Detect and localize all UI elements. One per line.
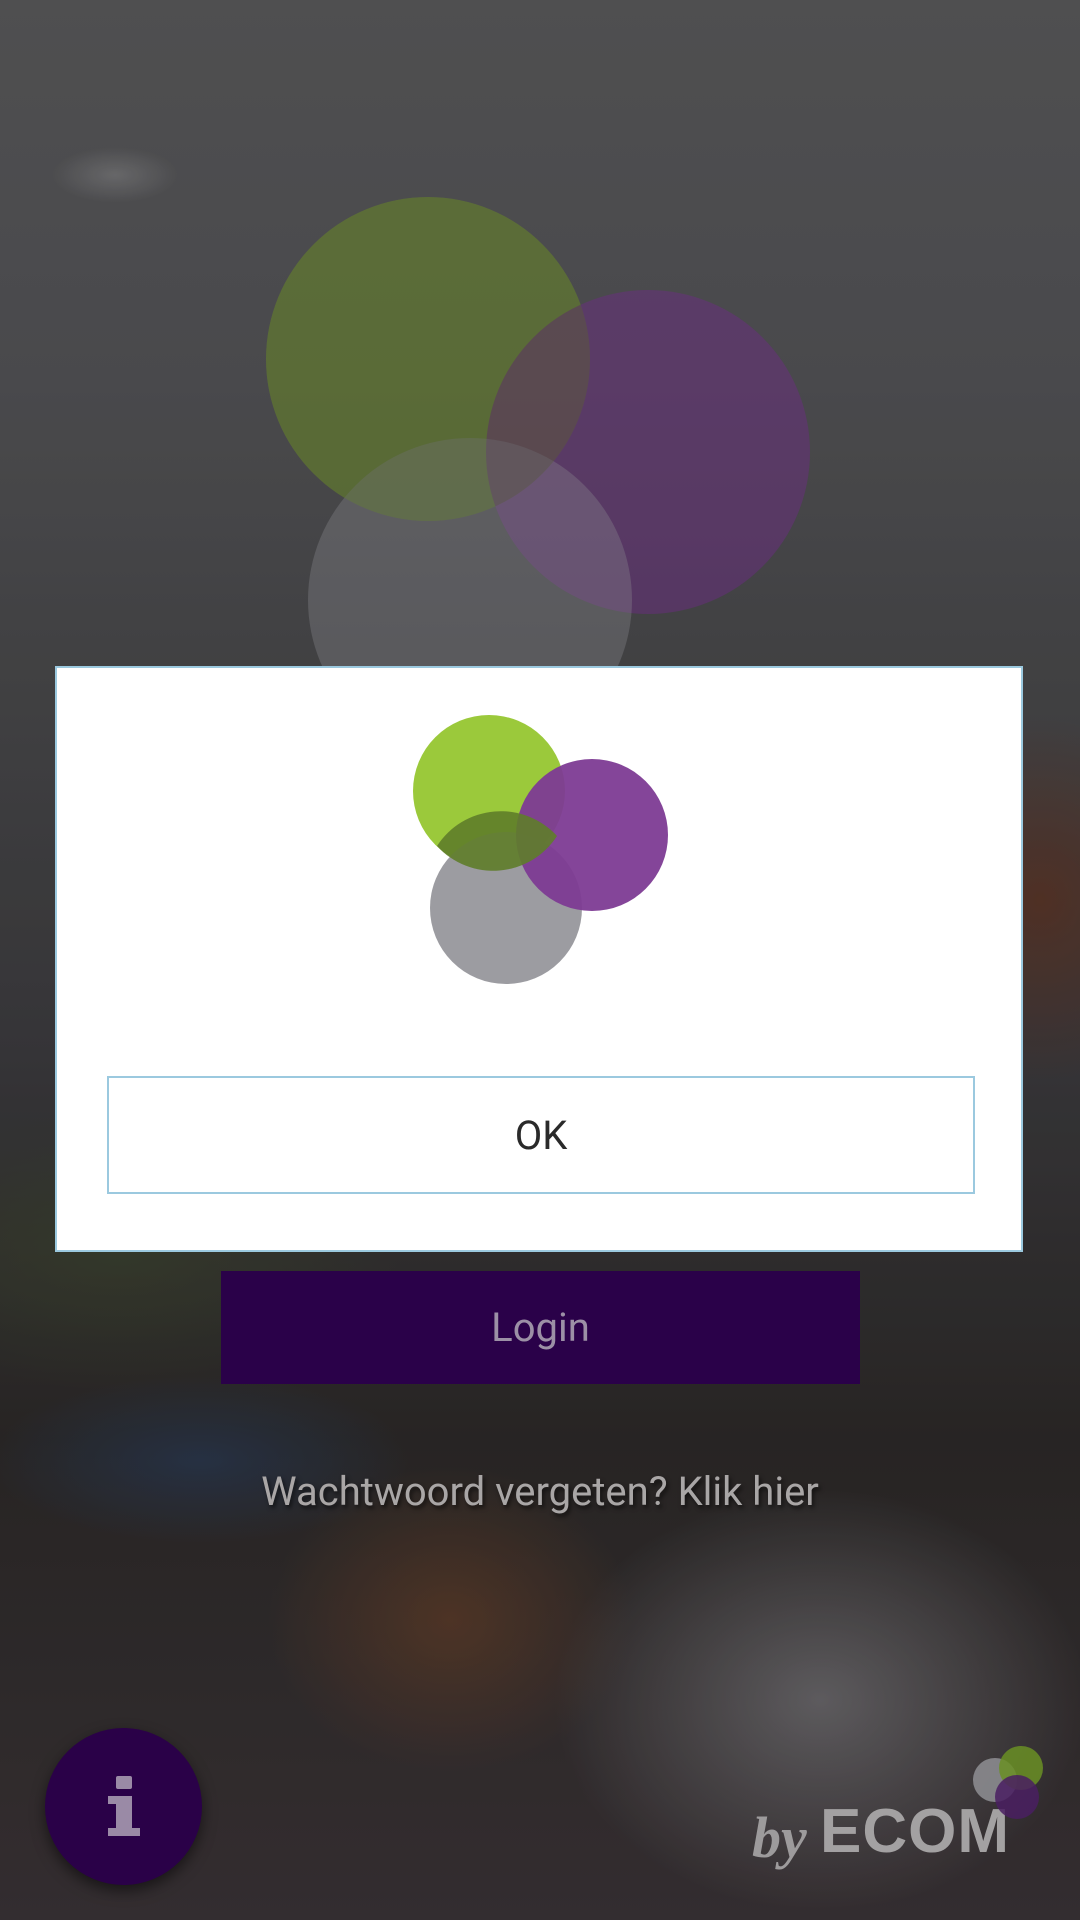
brand-by-text: by [752, 1805, 807, 1870]
login-button[interactable]: Login [221, 1271, 860, 1384]
brand-logo-icon [973, 1746, 1043, 1819]
logo-dialog: OK [55, 666, 1023, 1252]
info-icon [107, 1775, 140, 1836]
brand-footer: by ECOM [740, 1740, 1060, 1890]
info-button[interactable] [45, 1728, 202, 1885]
forgot-password-link[interactable]: Wachtwoord vergeten? Klik hier [0, 1468, 1080, 1515]
app-logo [413, 715, 668, 984]
background-logo [266, 197, 810, 700]
ok-button[interactable]: OK [107, 1076, 975, 1194]
background-logo-shade [266, 197, 590, 521]
